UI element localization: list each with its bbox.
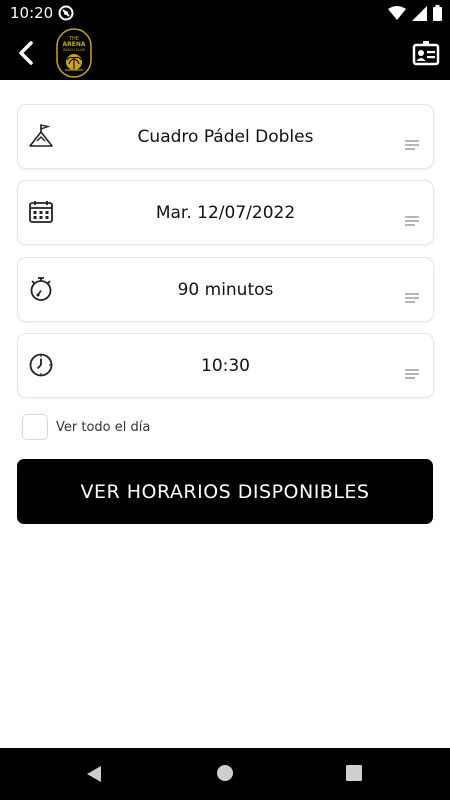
nav-home-icon[interactable] (216, 764, 234, 782)
nav-back-icon[interactable] (85, 764, 105, 784)
wifi-icon (388, 5, 406, 25)
drag-handle-icon (405, 288, 419, 303)
field-court[interactable]: Cuadro Pádel Dobles (17, 104, 434, 169)
field-date-value: Mar. 12/07/2022 (155, 202, 296, 223)
sync-icon (58, 5, 74, 25)
field-time-value: 10:30 (201, 355, 250, 376)
drag-handle-icon (405, 364, 419, 379)
signal-icon (412, 5, 427, 25)
system-nav-bar (0, 748, 450, 800)
nav-recents-icon[interactable] (346, 765, 362, 781)
all-day-row: Ver todo el día (22, 414, 150, 440)
field-time[interactable]: 10:30 (17, 333, 434, 398)
logo-line-3: BEACH CLUB (63, 48, 85, 52)
back-button[interactable] (12, 38, 42, 68)
id-card-icon (412, 41, 440, 66)
status-icons (388, 5, 442, 25)
view-available-times-button[interactable]: VER HORARIOS DISPONIBLES (17, 459, 433, 524)
status-time: 10:20 (10, 4, 54, 22)
drag-handle-icon (405, 135, 419, 150)
status-bar: 10:20 (0, 0, 450, 26)
app-bar: THE ARENA BEACH CLUB (0, 26, 450, 80)
logo-line-2: ARENA (62, 41, 85, 48)
all-day-label[interactable]: Ver todo el día (56, 420, 150, 435)
battery-icon (433, 5, 442, 25)
chevron-left-icon (19, 41, 33, 65)
field-court-value: Cuadro Pádel Dobles (137, 126, 314, 147)
id-card-button[interactable] (412, 39, 440, 67)
drag-handle-icon (405, 211, 419, 226)
field-date[interactable]: Mar. 12/07/2022 (17, 180, 434, 245)
field-duration-value: 90 minutos (177, 279, 274, 300)
field-duration[interactable]: 90 minutos (17, 257, 434, 322)
arena-logo: THE ARENA BEACH CLUB (56, 28, 92, 78)
all-day-checkbox[interactable] (22, 414, 48, 440)
